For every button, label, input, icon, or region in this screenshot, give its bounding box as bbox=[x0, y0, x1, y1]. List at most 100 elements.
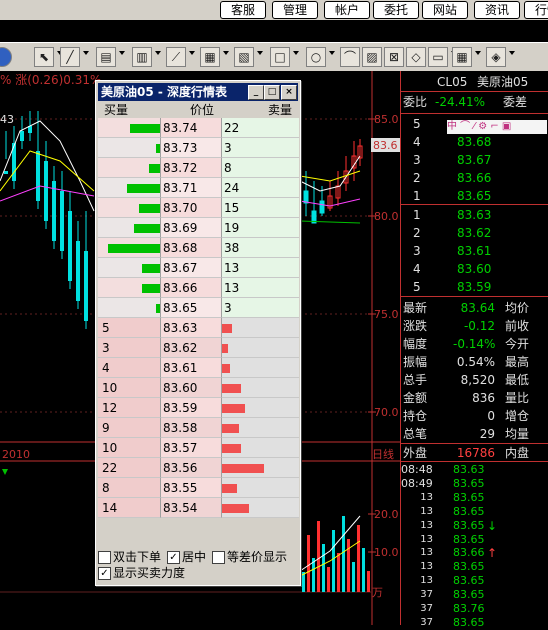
equal-price-checkbox[interactable] bbox=[212, 551, 225, 564]
line-tool-icon[interactable]: ╱ bbox=[60, 47, 80, 67]
dropdown-arrow-icon[interactable] bbox=[189, 51, 195, 55]
menu-zhanghu-button[interactable]: 帐户 bbox=[324, 1, 370, 19]
sell-volume-cell[interactable] bbox=[221, 458, 299, 478]
price-cell[interactable]: 83.54 bbox=[160, 498, 221, 518]
center-checkbox[interactable]: ✓ bbox=[167, 551, 180, 564]
depth-row[interactable]: 83.69 19 bbox=[98, 218, 299, 238]
price-cell[interactable]: 83.69 bbox=[160, 218, 221, 238]
depth-row[interactable]: 10 83.60 bbox=[98, 378, 299, 398]
sell-volume-cell[interactable]: 13 bbox=[221, 278, 299, 298]
fib-icon[interactable]: ▦ bbox=[200, 47, 220, 67]
sell-volume-cell[interactable]: 8 bbox=[221, 158, 299, 178]
sell-volume-cell[interactable] bbox=[221, 338, 299, 358]
price-cell[interactable]: 83.70 bbox=[160, 198, 221, 218]
price-cell[interactable]: 83.68 bbox=[160, 238, 221, 258]
buy-volume-cell[interactable]: 10 bbox=[98, 378, 160, 398]
buy-volume-cell[interactable] bbox=[98, 178, 160, 198]
depth-row[interactable]: 12 83.59 bbox=[98, 398, 299, 418]
price-cell[interactable]: 83.58 bbox=[160, 418, 221, 438]
menu-zixun-button[interactable]: 资讯 bbox=[474, 1, 520, 19]
bars-icon[interactable]: ▥ bbox=[132, 47, 152, 67]
depth-row[interactable]: 83.65 3 bbox=[98, 298, 299, 318]
buy-volume-cell[interactable]: 12 bbox=[98, 398, 160, 418]
price-cell[interactable]: 83.60 bbox=[160, 378, 221, 398]
trend-icon[interactable]: ⟋ bbox=[166, 47, 186, 67]
sell-volume-cell[interactable]: 15 bbox=[221, 198, 299, 218]
depth-row[interactable]: 83.70 15 bbox=[98, 198, 299, 218]
sell-volume-cell[interactable] bbox=[221, 378, 299, 398]
close-icon[interactable]: × bbox=[281, 85, 297, 100]
sell-volume-cell[interactable]: 38 bbox=[221, 238, 299, 258]
dropdown-arrow-icon[interactable] bbox=[119, 51, 125, 55]
sell-volume-cell[interactable] bbox=[221, 358, 299, 378]
sell-volume-cell[interactable] bbox=[221, 318, 299, 338]
depth-row[interactable]: 10 83.57 bbox=[98, 438, 299, 458]
buy-volume-cell[interactable]: 8 bbox=[98, 478, 160, 498]
show-strength-checkbox[interactable]: ✓ bbox=[98, 567, 111, 580]
buy-volume-cell[interactable] bbox=[98, 218, 160, 238]
depth-row[interactable]: 83.71 24 bbox=[98, 178, 299, 198]
sell-volume-cell[interactable]: 22 bbox=[221, 118, 299, 138]
buy-volume-cell[interactable]: 9 bbox=[98, 418, 160, 438]
sell-volume-cell[interactable] bbox=[221, 418, 299, 438]
buy-volume-cell[interactable]: 4 bbox=[98, 358, 160, 378]
buy-volume-cell[interactable]: 14 bbox=[98, 498, 160, 518]
copy-icon[interactable]: ▭ bbox=[428, 47, 448, 67]
pointer-icon[interactable]: ⬉ bbox=[34, 47, 54, 67]
dropdown-arrow-icon[interactable] bbox=[257, 51, 263, 55]
menu-kefu-button[interactable]: 客服 bbox=[220, 1, 266, 19]
price-cell[interactable]: 83.55 bbox=[160, 478, 221, 498]
dropdown-arrow-icon[interactable] bbox=[329, 51, 335, 55]
image-icon[interactable]: ▨ bbox=[362, 47, 382, 67]
buy-volume-cell[interactable] bbox=[98, 278, 160, 298]
double-click-order-checkbox[interactable] bbox=[98, 551, 111, 564]
dropdown-arrow-icon[interactable] bbox=[223, 51, 229, 55]
minimize-icon[interactable]: _ bbox=[248, 85, 264, 100]
ellipse-icon[interactable]: ○ bbox=[306, 47, 326, 67]
sell-volume-cell[interactable]: 3 bbox=[221, 298, 299, 318]
dropdown-arrow-icon[interactable] bbox=[509, 51, 515, 55]
depth-window[interactable]: 美原油05 - 深度行情表 _ □ × 买量 价位 卖量 83.74 22 83.7… bbox=[95, 80, 301, 586]
menu-guanli-button[interactable]: 管理 bbox=[272, 1, 318, 19]
buy-volume-cell[interactable] bbox=[98, 158, 160, 178]
menu-weituo-button[interactable]: 委托 bbox=[373, 1, 419, 19]
price-cell[interactable]: 83.71 bbox=[160, 178, 221, 198]
price-cell[interactable]: 83.56 bbox=[160, 458, 221, 478]
depth-row[interactable]: 5 83.63 bbox=[98, 318, 299, 338]
price-cell[interactable]: 83.62 bbox=[160, 338, 221, 358]
dropdown-arrow-icon[interactable] bbox=[155, 51, 161, 55]
depth-window-titlebar[interactable]: 美原油05 - 深度行情表 _ □ × bbox=[98, 83, 298, 101]
depth-row[interactable]: 3 83.62 bbox=[98, 338, 299, 358]
buy-volume-cell[interactable] bbox=[98, 138, 160, 158]
sell-volume-cell[interactable] bbox=[221, 478, 299, 498]
dropdown-arrow-icon[interactable] bbox=[475, 51, 481, 55]
depth-row[interactable]: 14 83.54 bbox=[98, 498, 299, 518]
depth-row[interactable]: 4 83.61 bbox=[98, 358, 299, 378]
rectangle-icon[interactable]: □ bbox=[270, 47, 290, 67]
price-cell[interactable]: 83.72 bbox=[160, 158, 221, 178]
buy-volume-cell[interactable]: 5 bbox=[98, 318, 160, 338]
depth-row[interactable]: 22 83.56 bbox=[98, 458, 299, 478]
dropdown-arrow-icon[interactable] bbox=[293, 51, 299, 55]
sell-volume-cell[interactable] bbox=[221, 498, 299, 518]
buy-volume-cell[interactable]: 3 bbox=[98, 338, 160, 358]
rect-text-icon[interactable]: ▤ bbox=[96, 47, 116, 67]
zoom-icon[interactable] bbox=[0, 47, 12, 67]
eraser-icon[interactable]: ◇ bbox=[406, 47, 426, 67]
stamp-icon[interactable]: ◈ bbox=[486, 47, 506, 67]
dropdown-arrow-icon[interactable] bbox=[83, 51, 89, 55]
menu-hangqing-button[interactable]: 行情 bbox=[524, 1, 548, 19]
price-cell[interactable]: 83.66 bbox=[160, 278, 221, 298]
depth-row[interactable]: 83.74 22 bbox=[98, 118, 299, 138]
channel-icon[interactable]: ▧ bbox=[234, 47, 254, 67]
buy-volume-cell[interactable]: 10 bbox=[98, 438, 160, 458]
buy-volume-cell[interactable] bbox=[98, 258, 160, 278]
price-cell[interactable]: 83.65 bbox=[160, 298, 221, 318]
price-cell[interactable]: 83.74 bbox=[160, 118, 221, 138]
sell-volume-cell[interactable]: 19 bbox=[221, 218, 299, 238]
sell-volume-cell[interactable]: 24 bbox=[221, 178, 299, 198]
depth-row[interactable]: 8 83.55 bbox=[98, 478, 299, 498]
depth-row[interactable]: 83.72 8 bbox=[98, 158, 299, 178]
buy-volume-cell[interactable] bbox=[98, 198, 160, 218]
depth-table[interactable]: 83.74 22 83.73 3 83.72 8 83.71 24 83.70 15 83.69 19… bbox=[98, 118, 299, 518]
